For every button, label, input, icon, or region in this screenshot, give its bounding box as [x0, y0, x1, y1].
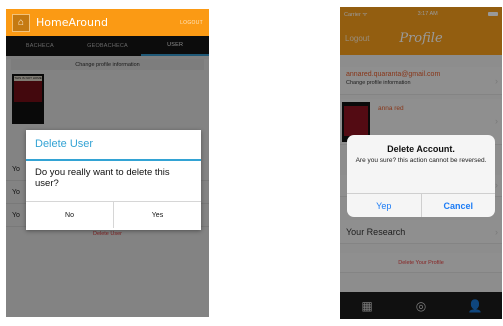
app-logo-icon: ⌂ [12, 13, 30, 32]
dialog-buttons: No Yes [26, 201, 201, 228]
comparison-stage: ⌂ HomeAround LOGOUT BACHECA GEOBACHECA U… [0, 0, 503, 326]
cancel-button[interactable]: Cancel [420, 194, 496, 217]
ios-screen: Carrier ᯤ 3:17 AM Profile Logout annared… [340, 7, 502, 319]
app-title: HomeAround [36, 16, 108, 29]
yes-button[interactable]: Yes [113, 202, 201, 228]
dialog-message: Do you really want to delete this user? [35, 167, 170, 189]
alert-message: Are you sure? this action cannot be reve… [355, 157, 487, 164]
delete-user-dialog: Delete User Do you really want to delete… [26, 130, 201, 230]
no-button[interactable]: No [26, 202, 113, 228]
android-screen: ⌂ HomeAround LOGOUT BACHECA GEOBACHECA U… [6, 9, 209, 317]
alert-title: Delete Account. [387, 144, 455, 154]
delete-account-alert: Delete Account. Are you sure? this actio… [347, 135, 495, 217]
yep-button[interactable]: Yep [347, 194, 421, 217]
alert-buttons: Yep Cancel [347, 193, 495, 217]
logout-button[interactable]: LOGOUT [180, 20, 203, 26]
action-bar: ⌂ HomeAround LOGOUT [6, 9, 209, 36]
dialog-title: Delete User [26, 130, 201, 161]
